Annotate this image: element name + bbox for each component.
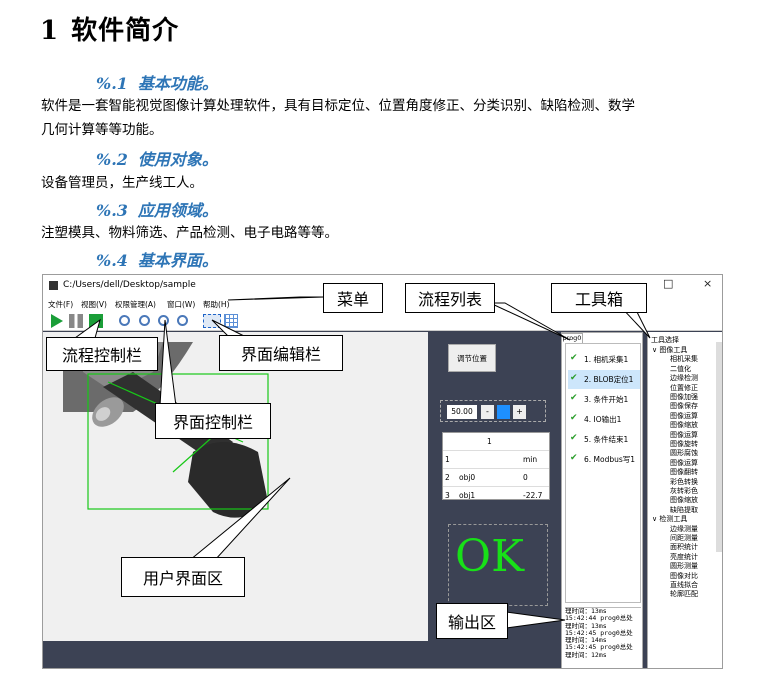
pointer-ui-edit — [211, 319, 245, 337]
pointer-menu — [227, 296, 325, 301]
pointer-flow-control — [73, 318, 101, 339]
callout-output: 输出区 — [436, 603, 508, 639]
callout-flow-list: 流程列表 — [405, 283, 495, 313]
pointer-ui-control — [159, 319, 177, 407]
callout-menu: 菜单 — [323, 283, 383, 313]
pointer-output — [505, 611, 566, 629]
callout-ui-edit: 界面编辑栏 — [219, 335, 343, 371]
pointer-user-area — [188, 477, 291, 561]
callout-flow-control: 流程控制栏 — [46, 337, 158, 371]
callout-user-area: 用户界面区 — [121, 557, 245, 597]
callout-toolbox: 工具箱 — [551, 283, 647, 313]
document-page: 1 软件简介 %.1 基本功能。 软件是一套智能视觉图像计算处理软件，具有目标定位、… — [0, 0, 783, 681]
callout-ui-control: 界面控制栏 — [155, 403, 271, 439]
